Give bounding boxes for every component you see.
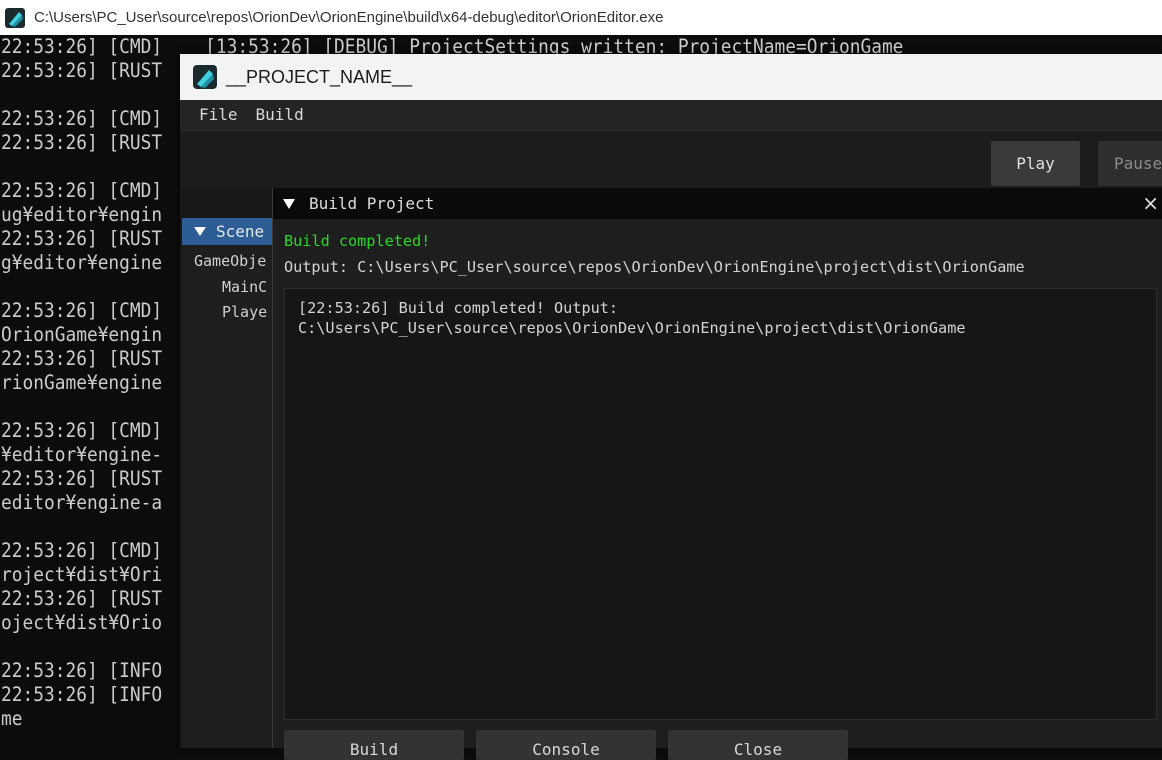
console-line: 22:53:26] [CMD] — [1, 299, 163, 322]
editor-titlebar[interactable]: __PROJECT_NAME__ — [180, 54, 1162, 100]
console-line: ¥editor¥engine- — [1, 443, 163, 466]
dialog-header[interactable]: Build Project × — [273, 188, 1162, 219]
dialog-title: Build Project — [309, 194, 435, 213]
console-line: 22:53:26] [RUST — [1, 587, 163, 610]
gameobjects-header: GameObje — [194, 252, 267, 270]
orion-logo-icon — [193, 65, 217, 89]
console-line: g¥editor¥engine — [1, 251, 163, 274]
console-line: rionGame¥engine — [1, 371, 163, 394]
console-line: 22:53:26] [INFO — [1, 683, 163, 706]
console-line: 22:53:26] [RUST — [1, 59, 163, 82]
build-button[interactable]: Build — [284, 730, 464, 760]
console-line: 22:53:26] [RUST — [1, 131, 163, 154]
console-line: OrionGame¥engin — [1, 323, 163, 346]
scene-tab-label: Scene — [216, 222, 265, 241]
build-status: Build completed! — [284, 232, 431, 250]
collapse-triangle-icon[interactable] — [283, 198, 295, 209]
console-button[interactable]: Console — [476, 730, 656, 760]
console-line: 22:53:26] [RUST — [1, 227, 163, 250]
log-line: [22:53:26] Build completed! Output: — [298, 299, 619, 317]
log-line: C:\Users\PC_User\source\repos\OrionDev\O… — [298, 319, 966, 337]
console-line: editor¥engine-a — [1, 491, 163, 514]
close-button[interactable]: Close — [668, 730, 848, 760]
console-line: oject¥dist¥Orio — [1, 611, 163, 634]
console-line: 22:53:26] [CMD] — [1, 179, 163, 202]
build-log[interactable]: [22:53:26] Build completed! Output: C:\U… — [284, 288, 1157, 720]
pause-button[interactable]: Pause — [1098, 141, 1162, 186]
menu-build[interactable]: Build — [247, 100, 313, 130]
menu-file[interactable]: File — [190, 100, 247, 130]
console-line: ug¥editor¥engin — [1, 203, 163, 226]
orion-logo-icon — [5, 7, 25, 28]
console-line: 22:53:26] [CMD] — [1, 107, 163, 130]
list-item[interactable]: Playe — [222, 303, 267, 321]
list-item[interactable]: MainC — [222, 278, 267, 296]
console-line: 22:53:26] [INFO — [1, 659, 163, 682]
console-line: 22:53:26] [RUST — [1, 467, 163, 490]
play-button[interactable]: Play — [991, 141, 1080, 186]
toolbar: Play Pause — [180, 130, 1162, 188]
scene-hierarchy-panel: GameObje MainC Playe — [182, 245, 274, 748]
console-line: 22:53:26] [CMD] — [1, 539, 163, 562]
editor-title: __PROJECT_NAME__ — [226, 66, 413, 87]
build-project-dialog: Build Project × Build completed! Output:… — [272, 188, 1162, 760]
console-titlebar[interactable]: C:\Users\PC_User\source\repos\OrionDev\O… — [0, 0, 1162, 35]
console-line: 22:53:26] [CMD] — [1, 419, 163, 442]
menu-bar: File Build — [180, 100, 1162, 130]
collapse-triangle-icon[interactable] — [194, 227, 206, 236]
console-line: 22:53:26] [RUST — [1, 347, 163, 370]
console-line: roject¥dist¥Ori — [1, 563, 163, 586]
console-line: me — [1, 707, 23, 730]
console-title: C:\Users\PC_User\source\repos\OrionDev\O… — [34, 9, 664, 26]
build-output-path: Output: C:\Users\PC_User\source\repos\Or… — [284, 258, 1025, 276]
close-icon[interactable]: × — [1142, 190, 1159, 216]
tab-scene[interactable]: Scene — [182, 218, 274, 245]
